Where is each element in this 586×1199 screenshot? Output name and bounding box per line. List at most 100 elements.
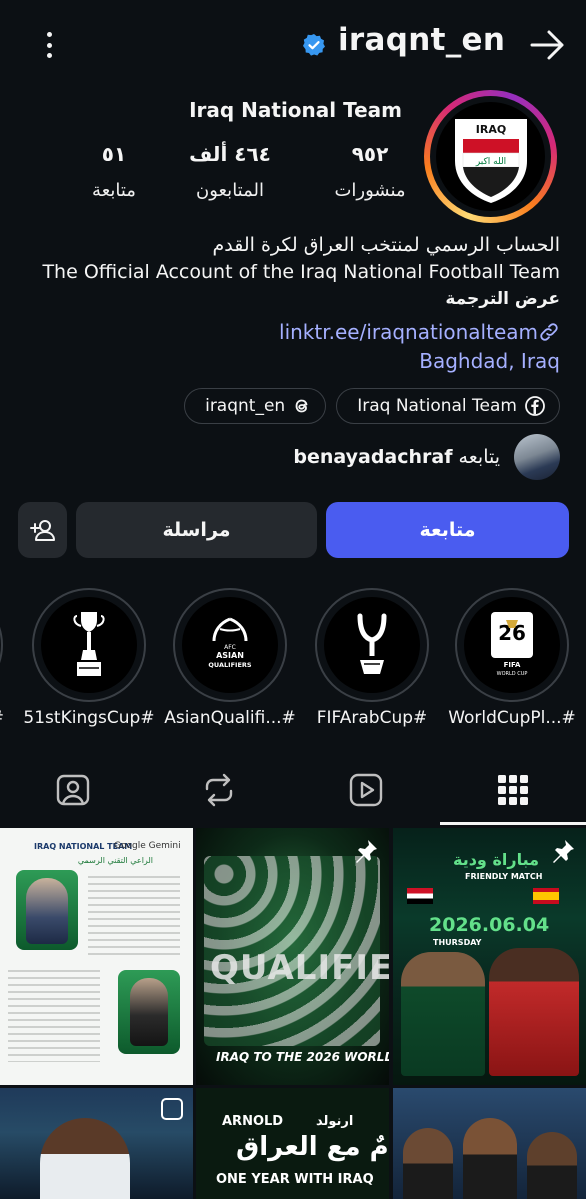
- followed-by-text: benayadachraf يتابعه: [293, 446, 500, 468]
- post-qualified-word: QUALIFIED: [210, 948, 389, 988]
- followed-by-prefix: يتابعه: [458, 446, 500, 468]
- profile-username: iraqnt_en: [338, 22, 506, 58]
- followers-count: ٤٦٤ ألف: [189, 142, 271, 166]
- svg-text:FIFA: FIFA: [504, 661, 521, 669]
- svg-text:ASIAN: ASIAN: [216, 651, 244, 660]
- highlight-label: 51stKingsCup#: [23, 708, 155, 728]
- story-highlights: 26 FIFA WORLD CUP WorldCupPl...# FIFArab…: [0, 588, 586, 738]
- location-text[interactable]: Baghdad, Iraq: [20, 347, 560, 375]
- bio-line-arabic: الحساب الرسمي لمنتخب العراق لكرة القدم: [212, 234, 560, 256]
- posts-count: ٩٥٢: [351, 142, 389, 166]
- display-name: Iraq National Team: [189, 98, 402, 122]
- suggested-users-button[interactable]: [18, 502, 67, 558]
- add-user-icon: [29, 520, 55, 541]
- tab-reposts[interactable]: [146, 756, 292, 824]
- pin-icon: [356, 840, 377, 863]
- highlight-worldcup[interactable]: 26 FIFA WORLD CUP WorldCupPl...#: [448, 588, 576, 728]
- bio-line-english: The Official Account of the Iraq Nationa…: [42, 261, 560, 283]
- followers-label: المتابعون: [195, 180, 265, 201]
- svg-text:الله اكبر: الله اكبر: [474, 157, 505, 167]
- post-caption: IRAQ TO THE 2026 WORLD CUP: [216, 1050, 389, 1064]
- following-label: متابعة: [92, 180, 136, 201]
- post-match-date: 2026.06.04: [429, 914, 550, 936]
- svg-text:WORLD CUP: WORLD CUP: [497, 671, 528, 677]
- post-text-block-2: [8, 970, 100, 1062]
- highlight-label: WorldCupPl...#: [448, 708, 576, 728]
- post-team-group[interactable]: [393, 1088, 586, 1199]
- see-translation-link[interactable]: عرض الترجمة: [20, 286, 560, 313]
- follower-avatar: [514, 434, 560, 480]
- threads-icon: [295, 399, 308, 413]
- post-arnold-name-ar: ارنولد: [316, 1114, 354, 1129]
- highlight-kings-cup[interactable]: 51stKingsCup#: [23, 588, 155, 728]
- message-button[interactable]: مراسلة: [76, 502, 317, 558]
- followed-by[interactable]: benayadachraf يتابعه: [293, 434, 560, 480]
- post-shield-left: [16, 870, 78, 950]
- active-tab-indicator: [440, 822, 586, 825]
- post-arnold-title-ar: عامٌ مع العراق: [236, 1132, 389, 1162]
- highlight-label: FIFArabCup#: [316, 708, 428, 728]
- highlight-asian-qualifiers[interactable]: AFC ASIAN QUALIFIERS AsianQualifi...#: [164, 588, 296, 728]
- repost-icon: [205, 773, 233, 807]
- svg-text:IRAQ: IRAQ: [475, 123, 505, 136]
- profile-bio: الحساب الرسمي لمنتخب العراق لكرة القدم T…: [20, 232, 560, 375]
- follow-button[interactable]: متابعة: [326, 502, 569, 558]
- post-player-c: [527, 1132, 577, 1199]
- svg-text:QUALIFIERS: QUALIFIERS: [208, 661, 251, 669]
- world-cup-2026-icon: 26 FIFA WORLD CUP: [491, 612, 533, 677]
- highlight-partial[interactable]: #: [0, 588, 4, 728]
- tab-posts-grid[interactable]: [440, 756, 586, 824]
- threads-chip-label: iraqnt_en: [205, 396, 286, 416]
- profile-avatar[interactable]: IRAQ الله اكبر: [424, 90, 557, 223]
- top-bar: iraqnt_en: [0, 0, 586, 90]
- highlight-arabcup[interactable]: FIFArabCup#: [314, 588, 430, 728]
- facebook-chip[interactable]: Iraq National Team: [336, 388, 560, 424]
- stat-posts[interactable]: ٩٥٢ منشورات: [330, 142, 410, 201]
- afc-asian-qualifiers-icon: AFC ASIAN QUALIFIERS: [208, 617, 252, 669]
- post-shield-right: [118, 970, 180, 1054]
- post-arnold-title-en: ONE YEAR WITH IRAQ: [216, 1172, 374, 1187]
- tab-reels[interactable]: [293, 756, 439, 824]
- tab-tagged[interactable]: [0, 756, 146, 824]
- followed-by-user: benayadachraf: [293, 446, 453, 468]
- grid-icon: [498, 775, 528, 805]
- profile-tabs: [0, 756, 586, 826]
- post-player-b: [463, 1118, 517, 1199]
- highlight-label: #: [0, 708, 4, 728]
- tagged-icon: [56, 774, 90, 806]
- pin-icon: [553, 840, 574, 863]
- highlight-label: AsianQualifi...#: [164, 708, 296, 728]
- post-arnold-anniversary[interactable]: ARNOLD ارنولد عامٌ مع العراق ONE YEAR WI…: [196, 1088, 389, 1199]
- post-match-day: THURSDAY: [433, 938, 482, 947]
- posts-label: منشورات: [334, 180, 406, 201]
- more-options-icon[interactable]: [36, 28, 62, 62]
- post-match-subtitle: FRIENDLY MATCH: [465, 872, 543, 881]
- arab-cup-trophy-icon: [357, 613, 387, 674]
- posts-grid: IRAQ NATIONAL TEAM Google Gemini الراعي …: [0, 828, 586, 1199]
- facebook-icon: [525, 396, 545, 416]
- profile-chips: Iraq National Team iraqnt_en: [184, 388, 560, 424]
- stat-following[interactable]: ٥١ متابعة: [66, 142, 162, 201]
- post-match-title: مباراة ودية: [453, 850, 540, 869]
- post-qualified[interactable]: QUALIFIED IRAQ TO THE 2026 WORLD CUP: [196, 828, 389, 1085]
- post-player-a: [403, 1128, 453, 1199]
- reels-play-icon: [349, 773, 383, 807]
- post-gemini-sponsor[interactable]: IRAQ NATIONAL TEAM Google Gemini الراعي …: [0, 828, 193, 1085]
- link-icon: [540, 323, 558, 341]
- threads-chip[interactable]: iraqnt_en: [184, 388, 327, 424]
- verified-badge-icon: [303, 34, 325, 56]
- svg-text:AFC: AFC: [224, 644, 236, 651]
- post-player-right: [489, 948, 579, 1076]
- iraq-crest-icon: IRAQ الله اكبر: [454, 118, 527, 203]
- post-player-portrait[interactable]: [0, 1088, 193, 1199]
- post-arnold-name-en: ARNOLD: [222, 1114, 284, 1129]
- post-friendly-match[interactable]: مباراة ودية FRIENDLY MATCH 2026.06.04 TH…: [393, 828, 586, 1085]
- post-title: الراعي التقني الرسمي: [77, 856, 153, 865]
- bio-link[interactable]: linktr.ee/iraqnationalteam: [20, 317, 560, 347]
- following-count: ٥١: [101, 142, 127, 166]
- spain-flag-icon: [533, 888, 559, 904]
- facebook-chip-label: Iraq National Team: [357, 396, 517, 416]
- arrow-right-icon[interactable]: [528, 28, 568, 62]
- stat-followers[interactable]: ٤٦٤ ألف المتابعون: [180, 142, 280, 201]
- post-player: [40, 1118, 130, 1199]
